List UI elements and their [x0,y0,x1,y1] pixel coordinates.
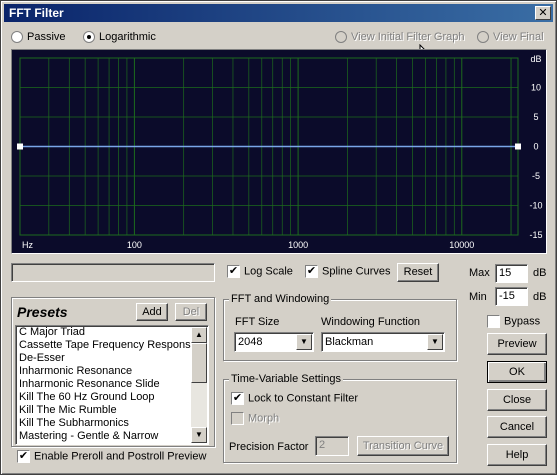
preset-item[interactable]: Kill The 60 Hz Ground Loop [16,391,208,404]
radio-passive-indicator[interactable] [11,31,23,44]
preset-del-button[interactable]: Del [175,303,207,321]
lock-constant-filter-check-box[interactable]: ✔ [231,392,244,405]
log-scale-check-box[interactable]: ✔ [227,265,240,278]
presets-scrollbar[interactable]: ▲ ▼ [191,327,207,443]
windowing-function-value: Blackman [325,336,374,348]
db-tick-label: 5 [533,112,538,122]
radio-view-final-label: View Final [493,31,544,43]
radio-logarithmic-indicator[interactable] [83,31,95,44]
radio-view-initial-filter-graph[interactable]: View Initial Filter Graph [335,31,465,44]
hz-tick-label: 1000 [288,240,308,250]
status-display [11,263,215,282]
db-unit-label: dB [530,54,541,64]
spline-curves-check-box[interactable]: ✔ [305,265,318,278]
preset-item[interactable]: Inharmonic Resonance [16,365,208,378]
enable-preroll-check-box[interactable]: ✔ [17,450,30,463]
preset-item[interactable]: Kill The Mic Rumble [16,404,208,417]
bypass-check-box[interactable] [487,315,500,328]
preset-item[interactable]: Cassette Tape Frequency Response [16,339,208,352]
cancel-button[interactable]: Cancel [487,416,547,438]
close-button[interactable]: Close [487,389,547,411]
filter-graph-canvas[interactable]: dB 10 5 0 -5 -10 -15 Hz 100 1000 10000 [12,50,546,253]
hz-unit-label: Hz [22,240,33,250]
presets-list-items: C Major Triad Cassette Tape Frequency Res… [16,326,208,443]
min-unit-label: dB [533,291,547,303]
db-tick-label: -10 [529,201,542,211]
windowing-function-label: Windowing Function [321,316,421,328]
presets-list[interactable]: C Major Triad Cassette Tape Frequency Res… [15,325,209,445]
db-tick-label: -15 [529,230,542,240]
window-title: FFT Filter [9,6,64,20]
db-tick-label: -5 [532,171,540,181]
preset-item[interactable]: Inharmonic Resonance Slide [16,378,208,391]
preview-button[interactable]: Preview [487,333,547,355]
scroll-down-button[interactable]: ▼ [191,427,207,443]
time-variable-group-label: Time-Variable Settings [229,373,344,385]
log-scale-checkbox[interactable]: ✔ Log Scale [227,265,293,278]
fft-size-label: FFT Size [235,316,280,328]
radio-logarithmic-label: Logarithmic [99,31,156,43]
filter-graph[interactable]: dB 10 5 0 -5 -10 -15 Hz 100 1000 10000 [11,49,547,254]
filter-control-point-left[interactable] [17,143,23,150]
transition-curve-button[interactable]: Transition Curve [357,436,449,456]
bypass-checkbox[interactable]: Bypass [487,315,540,328]
scroll-thumb[interactable] [191,343,207,383]
bypass-label: Bypass [504,315,541,328]
help-button[interactable]: Help [487,444,547,466]
fft-size-dropdown-arrow-icon[interactable]: ▼ [296,334,312,350]
filter-control-point-right[interactable] [515,143,521,150]
close-window-button[interactable]: ✕ [535,6,551,20]
preset-add-button[interactable]: Add [136,303,168,321]
precision-factor-input[interactable]: 2 [315,436,349,456]
preset-item[interactable]: Kill The Subharmonics [16,417,208,430]
spline-curves-checkbox[interactable]: ✔ Spline Curves [305,265,390,278]
title-bar: FFT Filter ✕ [4,4,553,22]
hz-tick-label: 10000 [449,240,474,250]
presets-title: Presets [17,304,68,320]
min-db-input[interactable]: -15 [495,287,528,306]
preset-item[interactable]: De-Esser [16,352,208,365]
radio-logarithmic[interactable]: Logarithmic [83,31,156,44]
morph-checkbox[interactable]: Morph [231,412,279,425]
radio-passive[interactable]: Passive [11,31,66,44]
preset-item[interactable]: Mastering - Gentle & Narrow [16,430,208,443]
spline-curves-label: Spline Curves [322,265,391,278]
close-icon: ✕ [538,7,548,19]
morph-label: Morph [248,412,280,425]
radio-view-final-indicator[interactable] [477,31,489,44]
enable-preroll-label: Enable Preroll and Postroll Preview [34,450,207,463]
hz-tick-label: 100 [127,240,142,250]
lock-constant-filter-checkbox[interactable]: ✔ Lock to Constant Filter [231,392,358,405]
min-label: Min [469,291,487,303]
max-db-input[interactable]: 15 [495,264,528,283]
reset-button[interactable]: Reset [397,263,439,282]
radio-view-initial-label: View Initial Filter Graph [351,31,465,43]
log-scale-label: Log Scale [244,265,293,278]
windowing-dropdown-arrow-icon[interactable]: ▼ [427,334,443,350]
fft-size-select[interactable]: 2048 ▼ [234,332,314,352]
radio-view-final[interactable]: View Final [477,31,544,44]
precision-factor-label: Precision Factor [229,441,309,453]
db-tick-label: 0 [533,142,538,152]
db-tick-label: 10 [531,83,541,93]
fft-windowing-group-label: FFT and Windowing [229,293,332,305]
fft-filter-dialog: FFT Filter ✕ Passive Logarithmic View In… [0,0,557,475]
windowing-function-select[interactable]: Blackman ▼ [321,332,445,352]
radio-view-initial-indicator[interactable] [335,31,347,44]
radio-passive-label: Passive [27,31,66,43]
morph-check-box[interactable] [231,412,244,425]
max-label: Max [469,267,490,279]
scroll-up-button[interactable]: ▲ [191,327,207,343]
ok-button[interactable]: OK [487,361,547,383]
lock-constant-filter-label: Lock to Constant Filter [248,392,359,405]
graph-background [12,50,546,253]
enable-preroll-checkbox[interactable]: ✔ Enable Preroll and Postroll Preview [17,450,206,463]
fft-size-value: 2048 [238,336,263,348]
preset-item[interactable]: C Major Triad [16,326,208,339]
max-unit-label: dB [533,267,547,279]
